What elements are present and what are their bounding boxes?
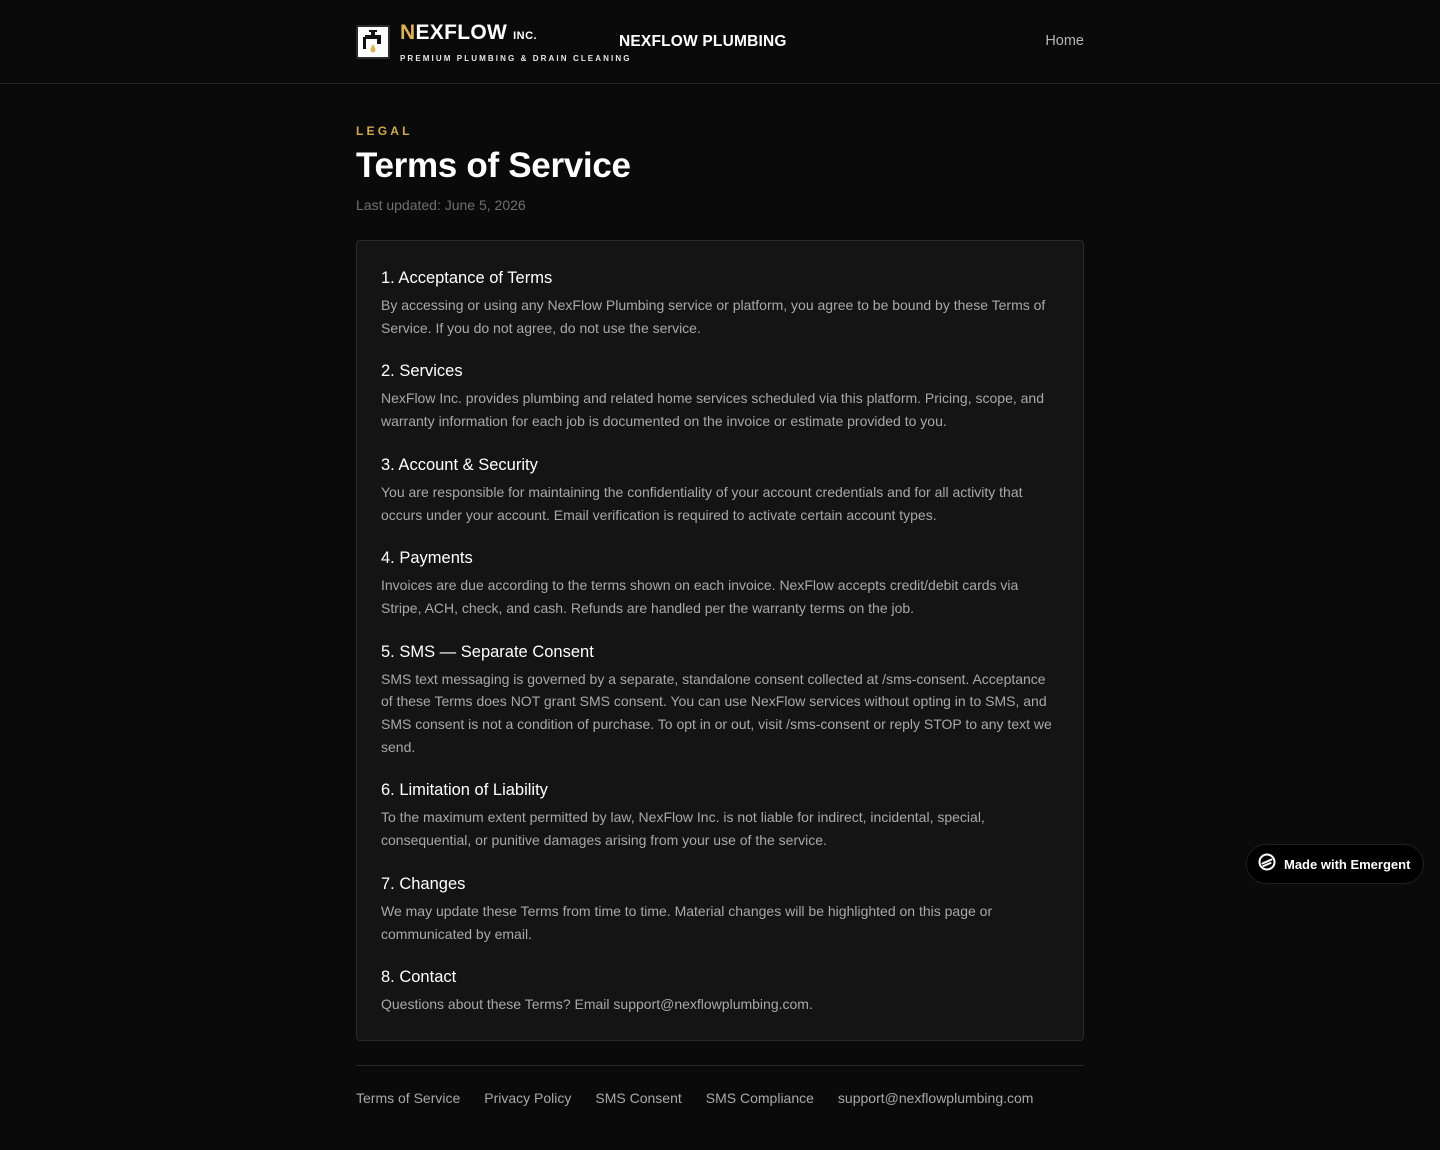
terms-section: 8. Contact Questions about these Terms? … (381, 966, 1059, 1016)
section-heading: 8. Contact (381, 968, 457, 987)
terms-section: 5. SMS — Separate Consent SMS text messa… (381, 641, 1059, 759)
badge-label: Made with Emergent (1284, 856, 1411, 872)
section-heading: 1. Acceptance of Terms (381, 269, 553, 287)
page-title: Terms of Service (356, 146, 631, 185)
brand-logo[interactable]: NEXFLOW INC. PREMIUM PLUMBING & DRAIN CLE… (400, 21, 632, 63)
footer-link-terms[interactable]: Terms of Service (356, 1090, 460, 1106)
site-header: NEXFLOW INC. PREMIUM PLUMBING & DRAIN CLE… (0, 0, 1440, 84)
section-heading: 4. Payments (381, 549, 473, 568)
footer-link-support-email[interactable]: support@nexflowplumbing.com (838, 1090, 1034, 1106)
page-eyebrow: LEGAL (356, 124, 413, 138)
footer-link-sms-compliance[interactable]: SMS Compliance (706, 1090, 814, 1106)
section-body: NexFlow Inc. provides plumbing and relat… (381, 390, 1044, 430)
section-heading: 5. SMS — Separate Consent (381, 642, 594, 661)
brand-name: NEXFLOW INC. (400, 21, 632, 48)
section-body: SMS text messaging is governed by a sepa… (381, 670, 1052, 755)
last-updated: Last updated: June 5, 2026 (356, 197, 526, 213)
terms-card: 1. Acceptance of Terms By accessing or u… (356, 240, 1084, 1041)
terms-section: 4. Payments Invoices are due according t… (381, 547, 1059, 619)
section-body: By accessing or using any NexFlow Plumbi… (381, 297, 1046, 336)
terms-section: 7. Changes We may update these Terms fro… (381, 873, 1059, 945)
section-body: To the maximum extent permitted by law, … (381, 809, 985, 849)
terms-section: 3. Account & Security You are responsibl… (381, 454, 1059, 526)
section-heading: 6. Limitation of Liability (381, 781, 548, 800)
section-body: You are responsible for maintaining the … (381, 483, 1023, 523)
faucet-icon[interactable] (356, 25, 390, 59)
section-heading: 7. Changes (381, 874, 466, 893)
section-body: We may update these Terms from time to t… (381, 902, 993, 942)
terms-section: 1. Acceptance of Terms By accessing or u… (381, 267, 1059, 339)
footer-link-privacy[interactable]: Privacy Policy (484, 1090, 571, 1106)
footer-links: Terms of Service Privacy Policy SMS Cons… (356, 1090, 1033, 1106)
section-heading: 3. Account & Security (381, 455, 538, 474)
footer-link-sms-consent[interactable]: SMS Consent (595, 1090, 681, 1106)
emergent-logo-icon (1258, 853, 1276, 876)
terms-section: 6. Limitation of Liability To the maximu… (381, 779, 1059, 851)
nav-home-link[interactable]: Home (1045, 33, 1084, 49)
section-body: Questions about these Terms? Email suppo… (381, 996, 813, 1013)
brand-rest: EXFLOW (415, 21, 508, 44)
brand-suffix: INC. (513, 30, 538, 42)
terms-section: 2. Services NexFlow Inc. provides plumbi… (381, 360, 1059, 432)
site-title: NEXFLOW PLUMBING (619, 33, 787, 50)
section-body: Invoices are due according to the terms … (381, 577, 1019, 616)
header-inner: NEXFLOW INC. PREMIUM PLUMBING & DRAIN CLE… (356, 0, 1084, 84)
brand-tagline: PREMIUM PLUMBING & DRAIN CLEANING (400, 54, 632, 63)
brand-initial: N (400, 21, 416, 44)
section-heading: 2. Services (381, 362, 463, 381)
footer-divider (356, 1065, 1084, 1066)
made-with-emergent-badge[interactable]: Made with Emergent (1246, 844, 1424, 884)
